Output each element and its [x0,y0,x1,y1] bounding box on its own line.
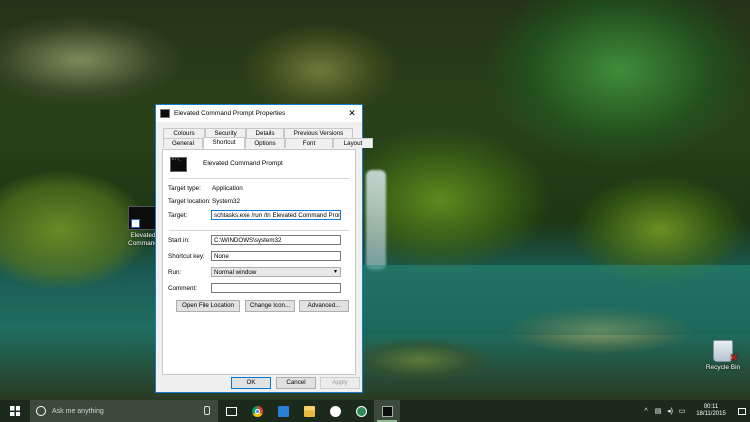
tab-previous-versions[interactable]: Previous Versions [284,128,353,138]
run-select[interactable]: Normal window ▾ [211,267,341,277]
clock-time: 00:11 [703,404,719,410]
target-type-label: Target type: [168,185,201,192]
cmd-shortcut-icon [128,206,158,230]
tab-colours[interactable]: Colours [163,128,205,138]
system-tray: ^ ▤ ◂) ▭ 00:11 18/11/2015 [640,400,750,422]
tab-layout[interactable]: Layout [333,138,373,148]
run-select-value: Normal window [214,269,257,276]
action-center-button[interactable] [734,400,750,422]
shortcut-key-input[interactable]: None [211,251,341,261]
start-in-label: Start in: [168,237,190,244]
tray-overflow-chevron-icon[interactable]: ^ [640,408,652,415]
taskbar-file-explorer[interactable] [296,400,322,422]
shortcut-panel: Elevated Command Prompt Target type: App… [162,149,356,375]
windows-logo-icon [10,406,20,416]
taskbar-chrome[interactable] [244,400,270,422]
taskbar-paint[interactable] [348,400,374,422]
separator [169,178,349,179]
dialog-title: Elevated Command Prompt Properties [174,110,286,117]
taskbar-clock-app[interactable] [322,400,348,422]
tab-details[interactable]: Details [246,128,284,138]
keyboard-icon[interactable]: ▭ [676,407,688,415]
paint-icon [355,405,367,417]
close-icon: ✕ [348,108,356,118]
close-button[interactable]: ✕ [344,107,360,120]
desktop-wallpaper [0,0,750,400]
desktop-icon-recycle-bin[interactable]: Recycle Bin [700,340,746,371]
cancel-button[interactable]: Cancel [276,377,316,389]
tab-general[interactable]: General [163,138,203,148]
tab-row-top: Colours Security Details Previous Versio… [163,128,353,138]
search-placeholder: Ask me anything [52,407,104,415]
recycle-bin-label: Recycle Bin [705,364,741,371]
advanced-button[interactable]: Advanced... [299,300,349,312]
target-input[interactable]: schtasks.exe /run /tn Elevated Command P… [211,210,341,220]
shortcut-key-label: Shortcut key: [168,253,205,260]
command-prompt-icon [381,405,393,417]
tab-strip: Colours Security Details Previous Versio… [156,122,373,149]
store-icon [277,405,289,417]
cmd-title-icon [160,109,170,118]
target-location-value: System32 [212,198,240,205]
wallpaper-waterfall [366,170,386,270]
notification-icon [738,407,746,415]
comment-input[interactable] [211,283,341,293]
properties-dialog: Elevated Command Prompt Properties ✕ Col… [155,104,373,393]
target-type-value: Application [212,185,243,192]
taskbar-command-prompt[interactable] [374,400,400,422]
taskbar: Ask me anything ^ ▤ ◂) ▭ 00:11 18/11/201… [0,400,750,422]
tab-options[interactable]: Options [245,138,285,148]
network-icon[interactable]: ▤ [652,407,664,415]
shortcut-icon [170,157,187,172]
target-location-label: Target location: [168,198,211,205]
apply-button[interactable]: Apply [320,377,360,389]
cortana-icon [36,406,46,416]
run-label: Run: [168,269,182,276]
clock-date: 18/11/2015 [696,411,726,417]
chevron-down-icon: ▾ [333,269,337,275]
start-in-input[interactable]: C:\WINDOWS\system32 [211,235,341,245]
ok-button[interactable]: OK [231,377,271,389]
recycle-bin-icon [713,340,738,364]
dialog-titlebar[interactable]: Elevated Command Prompt Properties ✕ [156,105,362,122]
comment-label: Comment: [168,285,198,292]
change-icon-button[interactable]: Change Icon... [245,300,295,312]
chrome-icon [251,405,263,417]
cortana-search-box[interactable]: Ask me anything [30,400,218,422]
task-view-icon [225,406,237,416]
tray-clock[interactable]: 00:11 18/11/2015 [688,404,734,418]
wallpaper-pool [360,265,750,335]
file-explorer-icon [303,405,315,417]
clock-app-icon [329,405,341,417]
target-label: Target: [168,212,188,219]
shortcut-name: Elevated Command Prompt [203,160,283,167]
volume-icon[interactable]: ◂) [664,407,676,415]
open-file-location-button[interactable]: Open File Location [176,300,240,312]
start-button[interactable] [0,400,30,422]
taskbar-store[interactable] [270,400,296,422]
tab-shortcut[interactable]: Shortcut [203,137,245,149]
microphone-icon[interactable] [204,406,210,415]
task-view-button[interactable] [218,400,244,422]
tab-font[interactable]: Font [285,138,333,148]
tab-row-bottom: General Shortcut Options Font Layout [163,137,373,149]
separator [169,230,349,231]
